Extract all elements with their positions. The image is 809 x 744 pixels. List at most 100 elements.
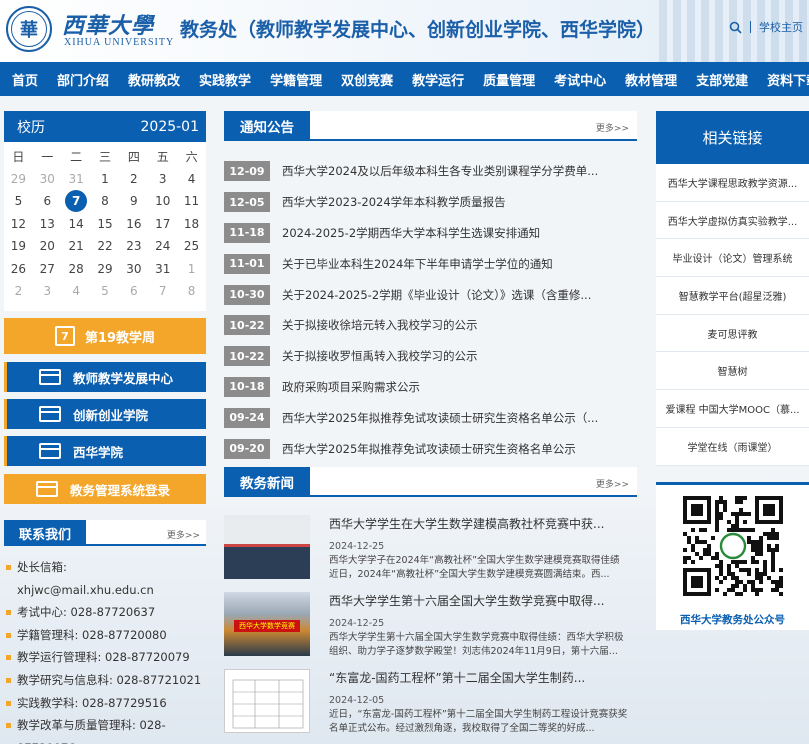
calendar-day[interactable]: 3 [148,168,177,191]
news-title-text[interactable]: 西华大学学生第十六届全国大学生数学竞赛中取得... [329,592,629,609]
related-link-item[interactable]: 智慧树 [656,352,809,391]
nav-item[interactable]: 教材管理 [625,70,677,89]
nav-item[interactable]: 学籍管理 [270,70,322,89]
university-name-cn[interactable]: 西華大學 [62,8,154,40]
calendar-day[interactable]: 28 [62,258,91,281]
calendar-day[interactable]: 4 [177,168,206,191]
notice-item[interactable]: 11-01 关于已毕业本科生2024年下半年申请学士学位的通知 [224,248,637,279]
notice-title[interactable]: 西华大学2024及以后年级本科生各专业类别课程学分学费单... [282,163,598,179]
nav-item[interactable]: 质量管理 [483,70,535,89]
calendar-day[interactable]: 11 [177,190,206,213]
calendar-day[interactable]: 2 [119,168,148,191]
calendar-day[interactable]: 1 [91,168,120,191]
calendar-day[interactable]: 4 [62,280,91,303]
calendar-day[interactable]: 10 [148,190,177,213]
notices-more-link[interactable]: 更多>> [596,121,629,134]
university-seal-logo[interactable]: 華 [6,6,52,52]
news-item[interactable]: 西华大学学生在大学生数学建模高教社杯竞赛中获... 2024-12-25 西华大… [224,515,637,593]
calendar-day[interactable]: 31 [148,258,177,281]
calendar-month[interactable]: 2025-01 [141,119,200,135]
contact-more-link[interactable]: 更多>> [167,528,200,541]
calendar-day[interactable]: 22 [91,235,120,258]
notice-item[interactable]: 12-09 西华大学2024及以后年级本科生各专业类别课程学分学费单... [224,156,637,187]
news-thumbnail[interactable] [224,669,310,733]
related-link-item[interactable]: 智慧教学平台(超星泛雅) [656,277,809,315]
nav-item[interactable]: 教研教改 [128,70,180,89]
quick-link-innovation-college[interactable]: 创新创业学院 [4,399,206,429]
calendar-day[interactable]: 29 [91,258,120,281]
calendar-day[interactable]: 7 [148,280,177,303]
notice-title[interactable]: 政府采购项目采购需求公示 [282,379,420,395]
notice-title[interactable]: 2024-2025-2学期西华大学本科学生选课安排通知 [282,225,540,241]
quick-link-xihua-college[interactable]: 西华学院 [4,436,206,466]
notice-item[interactable]: 09-20 西华大学2025年拟推荐免试攻读硕士研究生资格名单公示 [224,433,637,464]
calendar-day[interactable]: 14 [62,213,91,236]
notice-title[interactable]: 关于拟接收徐培元转入我校学习的公示 [282,317,478,333]
calendar-day[interactable]: 30 [33,168,62,191]
related-link-item[interactable]: 毕业设计（论文）管理系统 [656,239,809,278]
notice-item[interactable]: 12-05 西华大学2023-2024学年本科教学质量报告 [224,187,637,218]
news-thumbnail[interactable]: 西华大学数学竞赛 [224,592,310,656]
news-title-text[interactable]: “东富龙-国药工程杯”第十二届全国大学生制药... [329,669,629,686]
related-link-item[interactable]: 西华大学虚拟仿真实验教学... [656,201,809,240]
notice-title[interactable]: 关于拟接收罗恒禹转入我校学习的公示 [282,348,478,364]
calendar-day[interactable]: 30 [119,258,148,281]
calendar-day[interactable]: 5 [91,280,120,303]
calendar-day[interactable]: 29 [4,168,33,191]
calendar-day[interactable]: 3 [33,280,62,303]
calendar-day[interactable]: 19 [4,235,33,258]
calendar-day[interactable]: 26 [4,258,33,281]
calendar-day[interactable]: 25 [177,235,206,258]
nav-item[interactable]: 支部党建 [696,70,748,89]
calendar-day[interactable]: 2 [4,280,33,303]
notice-item[interactable]: 10-22 关于拟接收徐培元转入我校学习的公示 [224,310,637,341]
calendar-day[interactable]: 27 [33,258,62,281]
related-link-item[interactable]: 西华大学课程思政教学资源... [656,164,809,202]
nav-item[interactable]: 考试中心 [554,70,606,89]
calendar-day[interactable]: 8 [177,280,206,303]
calendar-day[interactable]: 13 [33,213,62,236]
calendar-day[interactable]: 31 [62,168,91,191]
calendar-day[interactable]: 24 [148,235,177,258]
nav-item[interactable]: 资料下载 [767,70,809,89]
calendar-day[interactable]: 21 [62,235,91,258]
notice-title[interactable]: 关于已毕业本科生2024年下半年申请学士学位的通知 [282,256,553,272]
calendar-day[interactable]: 16 [119,213,148,236]
calendar-day[interactable]: 8 [91,190,120,213]
search-icon[interactable] [729,21,742,34]
notice-item[interactable]: 10-22 关于拟接收罗恒禹转入我校学习的公示 [224,341,637,372]
calendar-day[interactable]: 9 [119,190,148,213]
related-link-item[interactable]: 爱课程 中国大学MOOC（慕... [656,390,809,428]
notice-item[interactable]: 10-30 关于2024-2025-2学期《毕业设计（论文）》选课（含重修... [224,279,637,310]
news-item[interactable]: 西华大学数学竞赛 西华大学学生第十六届全国大学生数学竞赛中取得... 2024-… [224,592,637,670]
news-more-link[interactable]: 更多>> [596,477,629,490]
calendar-day[interactable]: 23 [119,235,148,258]
calendar-day[interactable]: 7 [62,190,91,213]
related-link-item[interactable]: 学堂在线（雨课堂） [656,427,809,466]
calendar-day[interactable]: 1 [177,258,206,281]
related-link-item[interactable]: 麦可思评教 [656,314,809,353]
calendar-day[interactable]: 5 [4,190,33,213]
news-item[interactable]: “东富龙-国药工程杯”第十二届全国大学生制药... 2024-12-05 近日，… [224,669,637,744]
news-thumbnail[interactable] [224,515,310,579]
calendar-day[interactable]: 6 [33,190,62,213]
quick-link-teacher-development[interactable]: 教师教学发展中心 [4,362,206,392]
nav-item[interactable]: 部门介绍 [57,70,109,89]
calendar-day[interactable]: 12 [4,213,33,236]
calendar-day[interactable]: 20 [33,235,62,258]
notice-title[interactable]: 西华大学2023-2024学年本科教学质量报告 [282,194,506,210]
calendar-day[interactable]: 15 [91,213,120,236]
notice-item[interactable]: 10-18 政府采购项目采购需求公示 [224,372,637,403]
notice-item[interactable]: 09-24 西华大学2025年拟推荐免试攻读硕士研究生资格名单公示（... [224,402,637,433]
news-title-text[interactable]: 西华大学学生在大学生数学建模高教社杯竞赛中获... [329,515,629,532]
calendar-day[interactable]: 18 [177,213,206,236]
school-home-link[interactable]: 学校主页 [759,19,803,35]
notice-item[interactable]: 11-18 2024-2025-2学期西华大学本科学生选课安排通知 [224,218,637,249]
nav-item[interactable]: 首页 [12,70,38,89]
notice-title[interactable]: 西华大学2025年拟推荐免试攻读硕士研究生资格名单公示（... [282,410,598,426]
nav-item[interactable]: 实践教学 [199,70,251,89]
nav-item[interactable]: 双创竞赛 [341,70,393,89]
quick-link-academic-system-login[interactable]: 教务管理系统登录 [4,474,206,504]
nav-item[interactable]: 教学运行 [412,70,464,89]
calendar-day[interactable]: 17 [148,213,177,236]
